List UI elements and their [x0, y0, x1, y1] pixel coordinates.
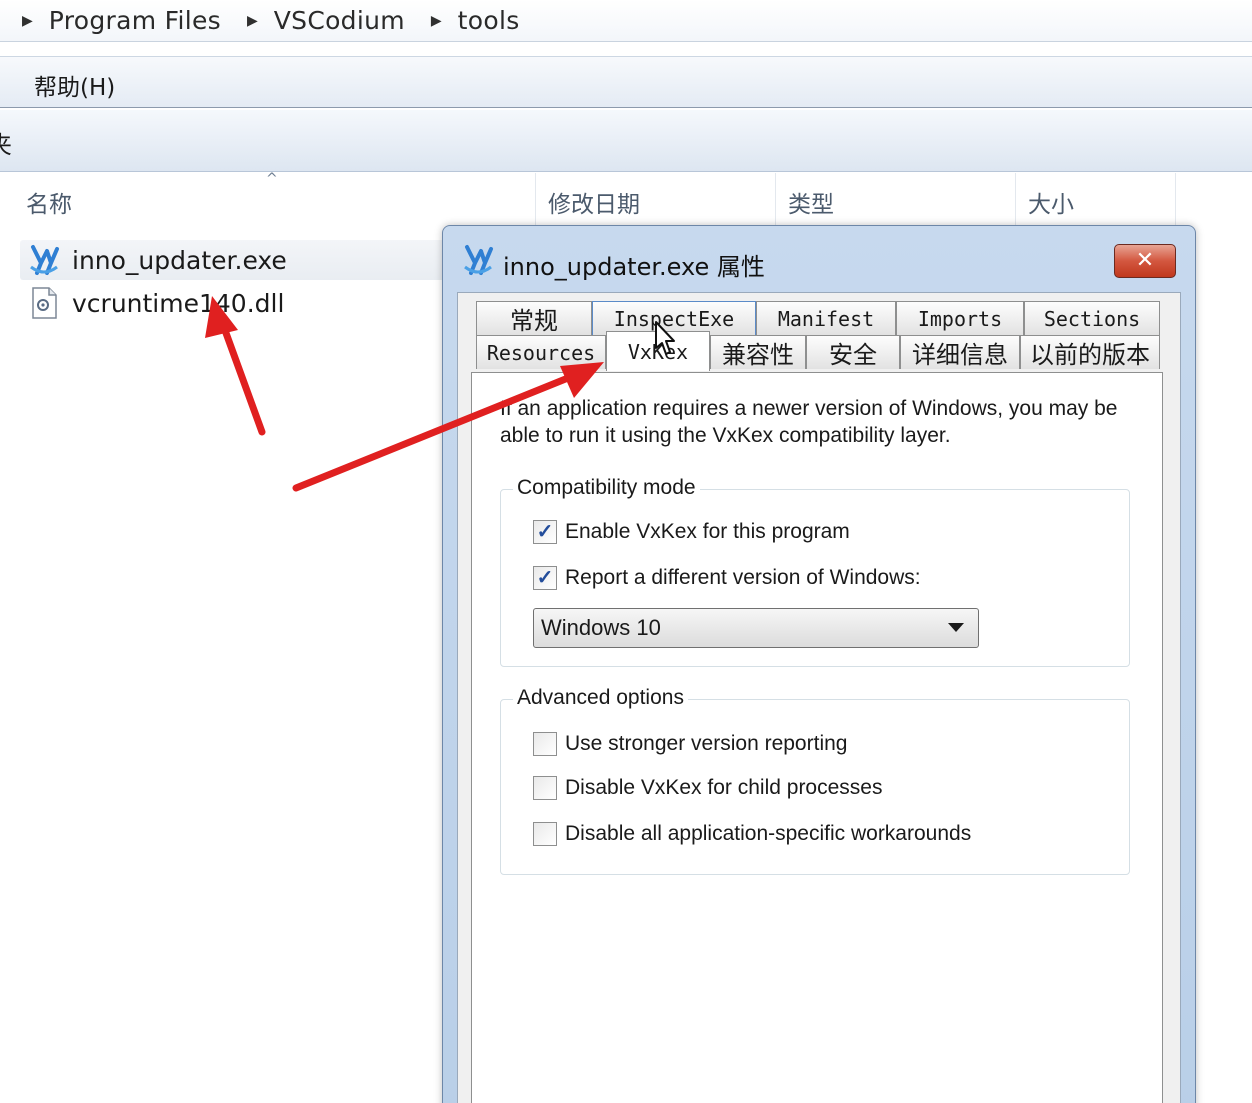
tab-security[interactable]: 安全 [806, 335, 900, 369]
tab-details[interactable]: 详细信息 [900, 335, 1020, 369]
breadcrumb-program-files[interactable]: Program Files [49, 6, 221, 35]
group-title: Advanced options [513, 686, 688, 710]
tab-label: 兼容性 [722, 341, 794, 369]
close-button[interactable]: ✕ [1114, 244, 1176, 278]
vxkex-tab-panel: If an application requires a newer versi… [471, 372, 1163, 1103]
new-folder-button[interactable]: 夹 [0, 125, 12, 160]
checkbox-checked-icon[interactable]: ✓ [533, 520, 557, 544]
column-divider[interactable] [535, 173, 536, 227]
column-divider[interactable] [1015, 173, 1016, 227]
tab-imports[interactable]: Imports [896, 301, 1024, 335]
enable-vxkex-checkbox[interactable]: ✓ Enable VxKex for this program [533, 520, 850, 544]
column-type[interactable]: 类型 [788, 185, 834, 219]
checkbox-label: Report a different version of Windows: [565, 566, 921, 589]
file-name: vcruntime140.dll [72, 288, 285, 318]
disable-workarounds-checkbox[interactable]: Disable all application-specific workaro… [533, 822, 971, 846]
tab-general[interactable]: 常规 [476, 301, 592, 335]
file-name: inno_updater.exe [72, 245, 287, 275]
tab-label: 安全 [829, 341, 877, 369]
mouse-cursor-icon [655, 321, 675, 355]
close-icon: ✕ [1135, 248, 1155, 273]
command-bar: 夹 [0, 110, 1252, 172]
tab-sections[interactable]: Sections [1024, 301, 1160, 335]
checkbox-label: Use stronger version reporting [565, 732, 848, 755]
dll-file-icon [26, 285, 62, 321]
tab-label: Manifest [777, 306, 875, 331]
menu-bar: 帮助(H) [0, 56, 1252, 108]
column-divider[interactable] [1175, 173, 1176, 227]
tab-compatibility[interactable]: 兼容性 [710, 335, 806, 369]
tab-label: 以前的版本 [1030, 341, 1150, 369]
group-title: Compatibility mode [513, 476, 700, 500]
tab-label: Resources [486, 340, 596, 365]
vscodium-app-icon [461, 243, 495, 277]
checkbox-unchecked-icon[interactable] [533, 732, 557, 756]
properties-dialog: inno_updater.exe 属性 ✕ 常规 InspectExe Mani… [442, 225, 1196, 1103]
dialog-title: inno_updater.exe 属性 [503, 253, 765, 281]
vscodium-app-icon [26, 242, 62, 278]
sort-ascending-icon: ^ [266, 171, 278, 187]
tab-resources[interactable]: Resources [476, 335, 606, 369]
column-name[interactable]: 名称 [26, 185, 72, 219]
tab-label: Imports [917, 306, 1003, 331]
checkbox-unchecked-icon[interactable] [533, 776, 557, 800]
column-modified-date[interactable]: 修改日期 [548, 185, 640, 219]
breadcrumb-tools[interactable]: tools [458, 6, 520, 35]
tab-label: 详细信息 [912, 341, 1008, 369]
breadcrumb-arrow-icon[interactable]: ▶ [431, 13, 442, 29]
checkbox-label: Enable VxKex for this program [565, 520, 850, 543]
file-row-inno-updater[interactable]: inno_updater.exe [20, 240, 450, 280]
breadcrumb-arrow-icon[interactable]: ▶ [22, 13, 33, 29]
intro-text: If an application requires a newer versi… [500, 397, 1118, 447]
compatibility-mode-group: Compatibility mode ✓ Enable VxKex for th… [500, 476, 1130, 667]
breadcrumb-arrow-icon[interactable]: ▶ [247, 13, 258, 29]
stronger-version-reporting-checkbox[interactable]: Use stronger version reporting [533, 732, 847, 756]
report-windows-version-checkbox[interactable]: ✓ Report a different version of Windows: [533, 566, 921, 590]
tab-label: 常规 [510, 307, 558, 335]
advanced-options-group: Advanced options Use stronger version re… [500, 686, 1130, 875]
tab-label: Sections [1043, 306, 1141, 331]
menu-help[interactable]: 帮助(H) [34, 68, 115, 102]
column-size[interactable]: 大小 [1028, 185, 1074, 219]
checkbox-label: Disable all application-specific workaro… [565, 822, 972, 845]
disable-child-processes-checkbox[interactable]: Disable VxKex for child processes [533, 776, 882, 800]
windows-version-dropdown[interactable]: Windows 10 [533, 608, 979, 648]
column-header: ^ 名称 修改日期 类型 大小 [0, 171, 1252, 227]
file-row-vcruntime[interactable]: vcruntime140.dll [20, 283, 450, 323]
address-breadcrumb: ▶ Program Files ▶ VSCodium ▶ tools [0, 0, 1252, 42]
tab-previous-versions[interactable]: 以前的版本 [1020, 335, 1160, 369]
chevron-down-icon [948, 623, 964, 632]
tab-manifest[interactable]: Manifest [756, 301, 896, 335]
checkbox-unchecked-icon[interactable] [533, 822, 557, 846]
column-divider[interactable] [775, 173, 776, 227]
dropdown-value: Windows 10 [541, 615, 661, 640]
checkbox-checked-icon[interactable]: ✓ [533, 566, 557, 590]
breadcrumb-vscodium[interactable]: VSCodium [274, 6, 405, 35]
checkbox-label: Disable VxKex for child processes [565, 776, 883, 799]
